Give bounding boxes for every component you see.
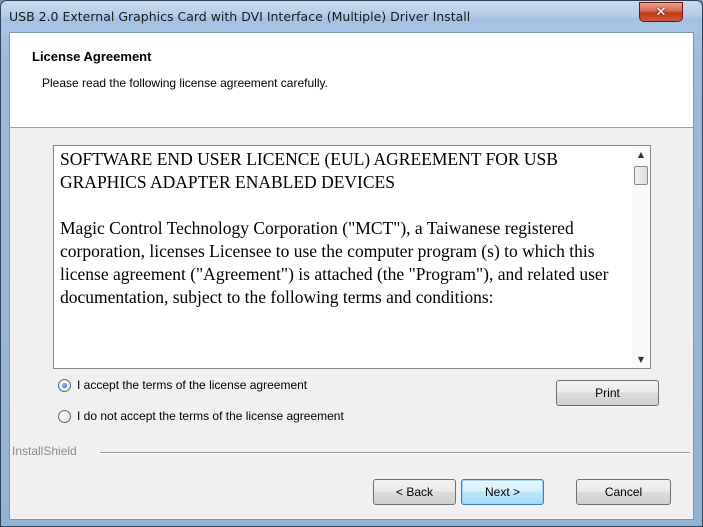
- print-button[interactable]: Print: [556, 380, 659, 406]
- page-subtitle: Please read the following license agreem…: [42, 76, 328, 90]
- accept-radio-label[interactable]: I accept the terms of the license agreem…: [77, 378, 307, 392]
- next-button[interactable]: Next >: [461, 479, 544, 505]
- installer-window: USB 2.0 External Graphics Card with DVI …: [0, 0, 703, 527]
- close-button[interactable]: ✕: [639, 2, 683, 22]
- accept-radio[interactable]: [58, 378, 71, 392]
- header-band: License Agreement Please read the follow…: [10, 33, 693, 128]
- scroll-down-icon[interactable]: ▼: [632, 351, 650, 368]
- title-bar[interactable]: USB 2.0 External Graphics Card with DVI …: [1, 1, 702, 33]
- accept-radio-option[interactable]: I accept the terms of the license agreem…: [58, 376, 307, 394]
- page-title: License Agreement: [32, 49, 152, 64]
- cancel-button[interactable]: Cancel: [576, 479, 671, 505]
- license-scrollbar[interactable]: ▲ ▼: [632, 146, 650, 368]
- close-icon: ✕: [655, 4, 667, 20]
- license-text-box[interactable]: SOFTWARE END USER LICENCE (EUL) AGREEMEN…: [53, 145, 651, 369]
- license-heading: SOFTWARE END USER LICENCE (EUL) AGREEMEN…: [60, 149, 558, 192]
- window-title: USB 2.0 External Graphics Card with DVI …: [9, 9, 471, 24]
- dialog-client-area: License Agreement Please read the follow…: [9, 32, 694, 520]
- decline-radio-option[interactable]: I do not accept the terms of the license…: [58, 407, 344, 425]
- decline-radio[interactable]: [58, 409, 71, 423]
- back-button[interactable]: < Back: [373, 479, 456, 505]
- installshield-divider: InstallShield: [10, 444, 693, 458]
- license-text: SOFTWARE END USER LICENCE (EUL) AGREEMEN…: [60, 148, 630, 309]
- decline-radio-label[interactable]: I do not accept the terms of the license…: [77, 409, 344, 423]
- scroll-thumb[interactable]: [634, 166, 648, 185]
- divider-line: [100, 452, 690, 454]
- license-paragraph: Magic Control Technology Corporation ("M…: [60, 218, 609, 307]
- installshield-label: InstallShield: [12, 444, 77, 458]
- scroll-up-icon[interactable]: ▲: [632, 146, 650, 163]
